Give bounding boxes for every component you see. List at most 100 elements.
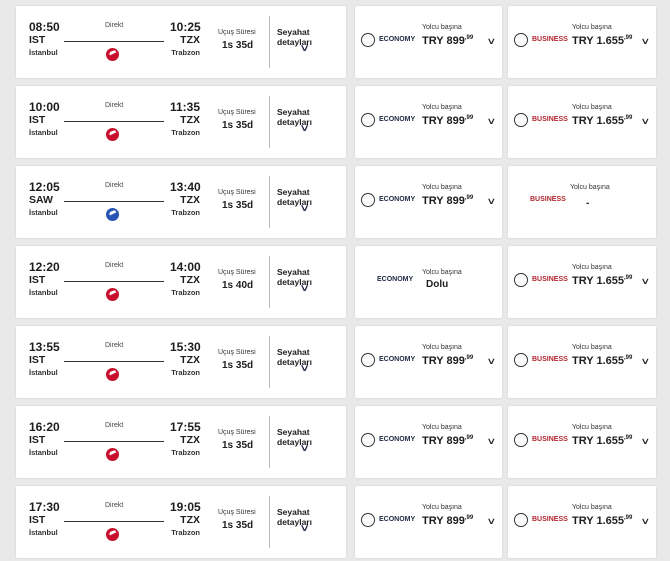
economy-fare-option[interactable]: ECONOMY Yolcu başına TRY 899,99 ∨ [355, 326, 502, 398]
arrival-airport-code: TZX [180, 434, 200, 446]
chevron-down-icon[interactable]: ∨ [299, 363, 310, 374]
route-line [64, 201, 164, 202]
fare-price: TRY 1.655,99 [572, 355, 632, 367]
fare-radio-icon[interactable] [361, 353, 375, 367]
route-line [64, 41, 164, 42]
fare-radio-icon[interactable] [514, 113, 528, 127]
chevron-down-icon[interactable]: ∨ [299, 123, 310, 134]
fare-radio-icon[interactable] [514, 33, 528, 47]
chevron-down-icon[interactable]: ∨ [640, 436, 650, 447]
chevron-down-icon[interactable]: ∨ [640, 516, 650, 527]
fare-radio-icon[interactable] [514, 353, 528, 367]
arrival-airport-code: TZX [180, 34, 200, 46]
fare-radio-icon[interactable] [361, 513, 375, 527]
divider [269, 256, 270, 308]
departure-airport-code: SAW [29, 194, 53, 206]
fare-radio-icon[interactable] [361, 433, 375, 447]
travel-details-link[interactable]: Seyahat detayları [277, 107, 346, 127]
per-passenger-label: Yolcu başına [572, 24, 612, 31]
per-passenger-label: Yolcu başına [572, 264, 612, 271]
travel-details-link[interactable]: Seyahat detayları [277, 427, 346, 447]
departure-city: İstanbul [29, 128, 58, 137]
airline-logo-icon [106, 368, 119, 381]
business-fare-option[interactable]: BUSINESS Yolcu başına TRY 1.655,99 ∨ [508, 326, 656, 398]
departure-time: 12:05 [29, 180, 60, 194]
travel-details-link[interactable]: Seyahat detayları [277, 507, 346, 527]
airline-logo-icon [106, 528, 119, 541]
departure-city: İstanbul [29, 288, 58, 297]
economy-fare-option[interactable]: ECONOMY Yolcu başına TRY 899,99 ∨ [355, 86, 502, 158]
business-fare-option[interactable]: BUSINESS Yolcu başına TRY 1.655,99 ∨ [508, 406, 656, 478]
departure-airport-code: IST [29, 514, 46, 526]
duration-label: Uçuş Süresi [218, 189, 256, 196]
chevron-down-icon[interactable]: ∨ [299, 43, 310, 54]
fare-price: TRY 899,99 [422, 515, 473, 527]
currency: TRY [572, 515, 594, 527]
arrival-time: 13:40 [170, 180, 201, 194]
chevron-down-icon[interactable]: ∨ [486, 436, 496, 447]
business-fare-option[interactable]: BUSINESS Yolcu başına TRY 1.655,99 ∨ [508, 86, 656, 158]
travel-details-link[interactable]: Seyahat detayları [277, 347, 346, 367]
currency: TRY [422, 355, 444, 367]
fare-price: TRY 899,99 [422, 195, 473, 207]
duration-value: 1s 40d [222, 280, 254, 291]
chevron-down-icon[interactable]: ∨ [640, 116, 650, 127]
fare-price: TRY 1.655,99 [572, 35, 632, 47]
price-amount: 899 [446, 115, 465, 127]
economy-fare-option[interactable]: ECONOMY Yolcu başına TRY 899,99 ∨ [355, 486, 502, 558]
chevron-down-icon[interactable]: ∨ [640, 36, 650, 47]
economy-fare-option[interactable]: ECONOMY Yolcu başına TRY 899,99 ∨ [355, 6, 502, 78]
chevron-down-icon[interactable]: ∨ [486, 196, 496, 207]
currency: TRY [572, 275, 594, 287]
arrival-city: Trabzon [171, 48, 200, 57]
fare-radio-icon[interactable] [361, 193, 375, 207]
fare-price: TRY 1.655,99 [572, 115, 632, 127]
chevron-down-icon[interactable]: ∨ [486, 356, 496, 367]
arrival-airport-code: TZX [180, 114, 200, 126]
flight-list: 08:50 IST İstanbul Direkt 10:25 TZX Trab… [0, 0, 670, 561]
chevron-down-icon[interactable]: ∨ [486, 516, 496, 527]
travel-details-link[interactable]: Seyahat detayları [277, 267, 346, 287]
economy-fare-option[interactable]: ECONOMY Yolcu başına TRY 899,99 ∨ [355, 406, 502, 478]
economy-fare-option[interactable]: ECONOMY Yolcu başına TRY 899,99 ∨ [355, 166, 502, 238]
price-cents: ,99 [624, 435, 633, 441]
business-fare-option[interactable]: BUSINESS Yolcu başına TRY 1.655,99 ∨ [508, 6, 656, 78]
departure-time: 12:20 [29, 260, 60, 274]
fare-price: TRY 899,99 [422, 355, 473, 367]
fare-radio-icon[interactable] [514, 513, 528, 527]
price-cents: ,99 [624, 275, 633, 281]
chevron-down-icon[interactable]: ∨ [299, 523, 310, 534]
departure-city: İstanbul [29, 48, 58, 57]
arrival-time: 15:30 [170, 340, 201, 354]
departure-airport-code: IST [29, 274, 46, 286]
fare-price: TRY 899,99 [422, 115, 473, 127]
business-fare-option[interactable]: BUSINESS Yolcu başına TRY 1.655,99 ∨ [508, 246, 656, 318]
per-passenger-label: Yolcu başına [572, 104, 612, 111]
duration-value: 1s 35d [222, 200, 254, 211]
travel-details-link[interactable]: Seyahat detayları [277, 27, 346, 47]
arrival-airport-code: TZX [180, 354, 200, 366]
chevron-down-icon[interactable]: ∨ [486, 36, 496, 47]
price-cents: ,99 [624, 115, 633, 121]
cabin-class-label: ECONOMY [379, 356, 416, 363]
fare-radio-icon[interactable] [514, 433, 528, 447]
per-passenger-label: Yolcu başına [422, 344, 462, 351]
chevron-down-icon[interactable]: ∨ [299, 283, 310, 294]
price-amount: 899 [446, 355, 465, 367]
fare-radio-icon[interactable] [361, 33, 375, 47]
business-fare-option[interactable]: BUSINESS Yolcu başına TRY 1.655,99 ∨ [508, 486, 656, 558]
arrival-time: 10:25 [170, 20, 201, 34]
chevron-down-icon[interactable]: ∨ [486, 116, 496, 127]
chevron-down-icon[interactable]: ∨ [640, 356, 650, 367]
arrival-time: 11:35 [170, 100, 201, 114]
chevron-down-icon[interactable]: ∨ [299, 443, 310, 454]
airline-logo-icon [106, 48, 119, 61]
chevron-down-icon[interactable]: ∨ [299, 203, 310, 214]
divider [269, 336, 270, 388]
departure-city: İstanbul [29, 528, 58, 537]
travel-details-link[interactable]: Seyahat detayları [277, 187, 346, 207]
fare-radio-icon[interactable] [361, 113, 375, 127]
chevron-down-icon[interactable]: ∨ [640, 276, 650, 287]
price-amount: 1.655 [596, 435, 624, 447]
fare-radio-icon[interactable] [514, 273, 528, 287]
